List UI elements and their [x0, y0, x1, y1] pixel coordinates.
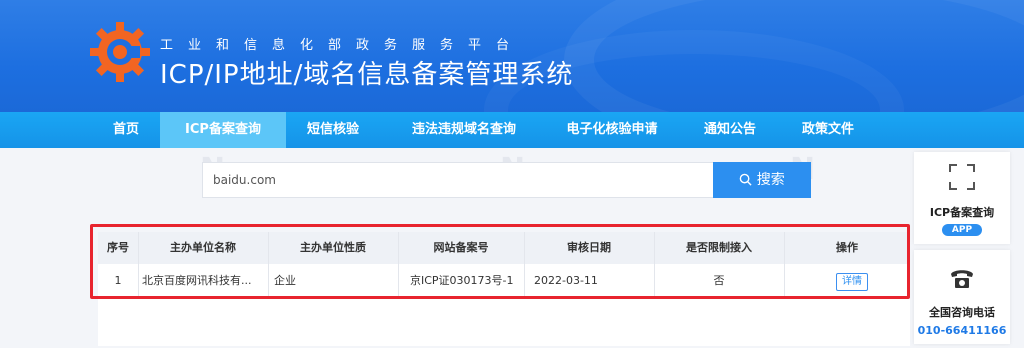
nav-e-verify-apply[interactable]: 电子化核验申请	[552, 112, 672, 148]
search-button[interactable]: 搜索	[713, 162, 811, 198]
app-query-label: ICP备案查询	[929, 206, 995, 219]
scan-icon	[949, 164, 975, 190]
search-button-label: 搜索	[756, 172, 785, 188]
main-nav: 首页 ICP备案查询 短信核验 违法违规域名查询 电子化核验申请 通知公告 政策…	[0, 112, 1024, 148]
system-title: ICP/IP地址/域名信息备案管理系统	[160, 60, 574, 90]
domain-search-input[interactable]: baidu.com	[202, 162, 714, 198]
highlight-frame	[90, 224, 910, 299]
telephone-icon	[951, 270, 973, 288]
nav-illegal-domain-query[interactable]: 违法违规域名查询	[394, 112, 534, 148]
nav-policy[interactable]: 政策文件	[788, 112, 868, 148]
hotline-number: 010-66411166	[917, 324, 1007, 337]
nav-icp-query[interactable]: ICP备案查询	[160, 112, 286, 148]
app-qr-widget[interactable]: ICP备案查询 APP	[914, 152, 1010, 244]
nav-sms-verify[interactable]: 短信核验	[294, 112, 372, 148]
hotline-widget: 全国咨询电话 010-66411166	[914, 250, 1010, 344]
platform-subtitle: 工业和信息化部政务服务平台	[160, 38, 525, 53]
app-badge: APP	[942, 224, 982, 236]
nav-home[interactable]: 首页	[96, 112, 156, 148]
site-header: 工业和信息化部政务服务平台 ICP/IP地址/域名信息备案管理系统	[0, 0, 1024, 112]
hotline-label: 全国咨询电话	[929, 306, 995, 319]
gear-logo-icon	[90, 22, 150, 82]
nav-notices[interactable]: 通知公告	[690, 112, 770, 148]
search-icon	[739, 173, 752, 186]
